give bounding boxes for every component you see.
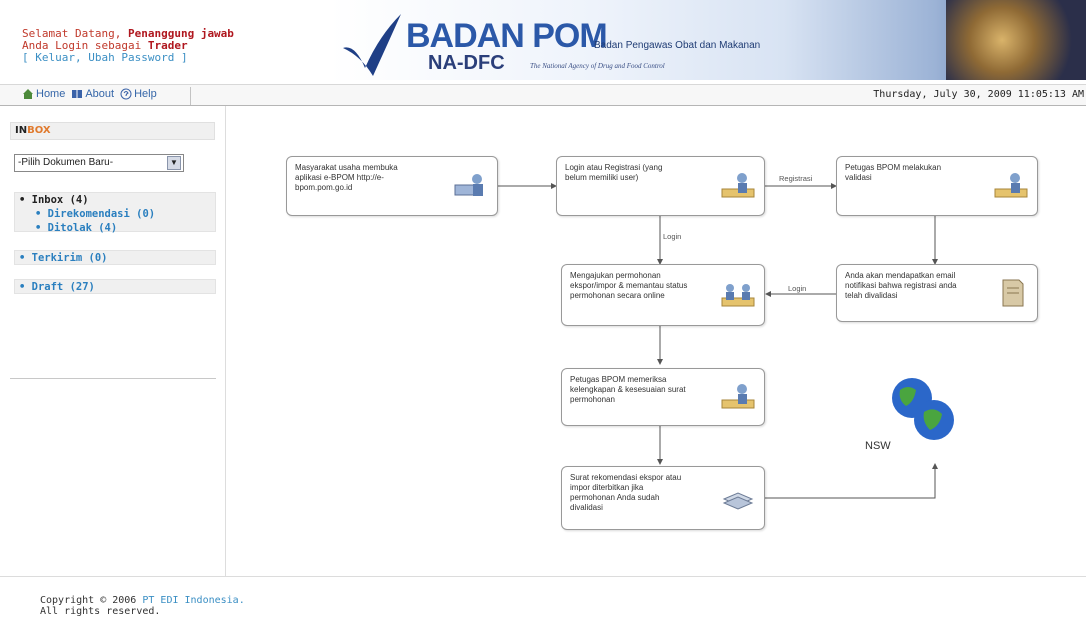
computer-user-icon bbox=[454, 174, 483, 196]
footer-divider bbox=[0, 576, 1086, 577]
flow-node-apply-text: Mengajukan permohonan ekspor/impor & mem… bbox=[570, 271, 688, 300]
sent-link[interactable]: • Terkirim (0) bbox=[15, 251, 215, 265]
navbar: Home About Help Thursday, July 30, 2009 … bbox=[0, 84, 1086, 106]
flow-node-notification-text: Anda akan mendapatkan email notifikasi b… bbox=[845, 271, 957, 300]
nav-home-label: Home bbox=[36, 88, 66, 100]
flow-node-letter-text: Surat rekomendasi ekspor atau impor dite… bbox=[570, 473, 682, 512]
brand-subtitle: Badan Pengawas Obat dan Makanan bbox=[594, 40, 761, 51]
help-icon bbox=[120, 88, 132, 100]
user-at-desk-icon bbox=[721, 173, 755, 198]
sidebar: INBOX -Pilih Dokumen Baru- ▼ • Inbox (4)… bbox=[0, 106, 226, 576]
draft-group: • Draft (27) bbox=[14, 279, 216, 294]
brand-title: BADAN POM bbox=[406, 17, 608, 55]
flowchart-area: Masyarakat usaha membuka aplikasi e-BPOM… bbox=[228, 106, 1086, 576]
inbox-item-ditolak[interactable]: • Ditolak (4) bbox=[15, 221, 215, 235]
rights-text: All rights reserved. bbox=[40, 606, 161, 617]
draft-link[interactable]: • Draft (27) bbox=[15, 280, 215, 294]
nav-links: Home About Help bbox=[22, 88, 157, 100]
new-document-select-value: -Pilih Dokumen Baru- bbox=[18, 157, 114, 168]
meeting-icon bbox=[721, 284, 755, 307]
flow-node-check: Petugas BPOM memeriksa kelengkapan & kes… bbox=[561, 368, 765, 426]
nsw-label: NSW bbox=[865, 440, 891, 452]
sent-group: • Terkirim (0) bbox=[14, 250, 216, 265]
flow-node-validation: Petugas BPOM melakukan validasi bbox=[836, 156, 1038, 216]
nav-help-label: Help bbox=[134, 88, 157, 100]
flow-node-letter: Surat rekomendasi ekspor atau impor dite… bbox=[561, 466, 765, 530]
nav-about[interactable]: About bbox=[71, 88, 114, 100]
inbox-title-b: BOX bbox=[27, 125, 51, 136]
book-icon bbox=[72, 90, 83, 98]
flow-node-login-text: Login atau Registrasi (yang belum memili… bbox=[565, 163, 663, 182]
inbox-title-a: IN bbox=[15, 125, 28, 136]
edge-label-login-left: Login bbox=[786, 284, 809, 293]
inbox-title: INBOX bbox=[10, 122, 215, 140]
welcome-block: Selamat Datang, Penanggung jawab Anda Lo… bbox=[22, 28, 234, 64]
flow-node-start-text: Masyarakat usaha membuka aplikasi e-BPOM… bbox=[295, 163, 398, 192]
officer-desk-icon bbox=[721, 384, 755, 409]
home-icon bbox=[23, 89, 33, 99]
nav-home[interactable]: Home bbox=[22, 88, 65, 100]
inbox-group: • Inbox (4) • Direkomendasi (0) • Ditola… bbox=[14, 192, 216, 235]
officer-desk-icon bbox=[994, 173, 1028, 198]
account-links[interactable]: [ Keluar, Ubah Password ] bbox=[22, 52, 234, 64]
inbox-link[interactable]: • Inbox (4) bbox=[15, 193, 215, 207]
footer: Copyright © 2006 PT EDI Indonesia. All r… bbox=[40, 595, 245, 617]
flow-node-login: Login atau Registrasi (yang belum memili… bbox=[556, 156, 765, 216]
inbox-item-direkomendasi[interactable]: • Direkomendasi (0) bbox=[15, 207, 215, 221]
company-link[interactable]: PT EDI Indonesia. bbox=[142, 595, 244, 606]
chevron-down-icon[interactable]: ▼ bbox=[167, 156, 181, 170]
flow-node-check-text: Petugas BPOM memeriksa kelengkapan & kes… bbox=[570, 375, 686, 404]
document-icon bbox=[1002, 279, 1024, 307]
flow-node-notification: Anda akan mendapatkan email notifikasi b… bbox=[836, 264, 1038, 322]
header: Selamat Datang, Penanggung jawab Anda Lo… bbox=[0, 0, 1086, 80]
brand-banner: BADAN POM Badan Pengawas Obat dan Makana… bbox=[330, 0, 1086, 80]
brand-tagline: The National Agency of Drug and Food Con… bbox=[530, 62, 665, 70]
flow-node-apply: Mengajukan permohonan ekspor/impor & mem… bbox=[561, 264, 765, 326]
flow-node-validation-text: Petugas BPOM melakukan validasi bbox=[845, 163, 942, 182]
globe-icon bbox=[892, 378, 954, 440]
flow-node-start: Masyarakat usaha membuka aplikasi e-BPOM… bbox=[286, 156, 498, 216]
stacked-papers-icon bbox=[722, 492, 754, 510]
brand-short: NA-DFC bbox=[428, 52, 505, 74]
new-document-select[interactable]: -Pilih Dokumen Baru- ▼ bbox=[14, 154, 184, 172]
datetime: Thursday, July 30, 2009 11:05:13 AM bbox=[873, 89, 1084, 100]
nav-about-label: About bbox=[85, 88, 115, 100]
edge-label-login-down: Login bbox=[661, 232, 684, 241]
sidebar-divider bbox=[10, 378, 216, 379]
edge-label-registrasi: Registrasi bbox=[777, 174, 815, 183]
badan-pom-logo-icon bbox=[343, 14, 401, 76]
copyright-prefix: Copyright © 2006 bbox=[40, 595, 143, 606]
banner-photo bbox=[946, 0, 1086, 80]
nav-help[interactable]: Help bbox=[120, 88, 157, 100]
nav-separator bbox=[190, 87, 191, 105]
